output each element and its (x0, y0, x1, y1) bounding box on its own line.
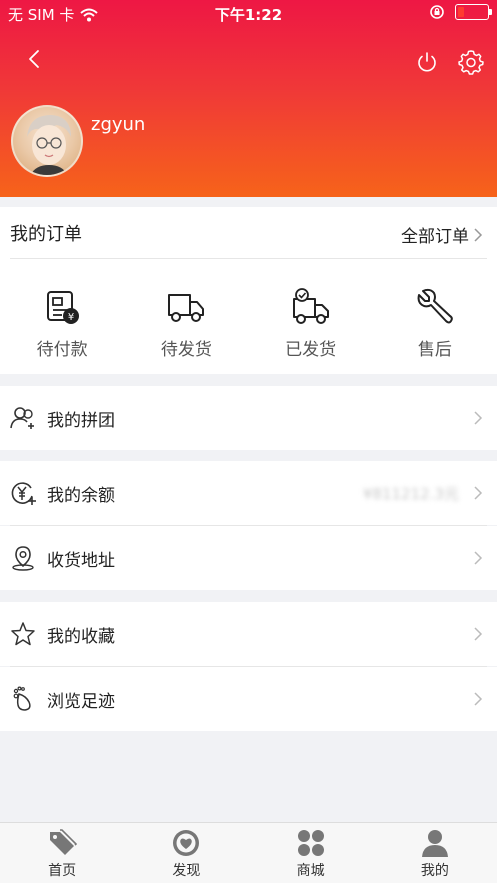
order-pending-payment[interactable]: ¥ 待付款 (0, 287, 124, 367)
tab-label: 发现 (172, 863, 201, 879)
menu-label: 我的拼团 (47, 410, 115, 431)
back-button[interactable] (20, 44, 48, 74)
menu-group-buy[interactable]: 我的拼团 (0, 386, 497, 450)
pending-payment-icon: ¥ (47, 291, 80, 324)
menu-address[interactable]: 收货地址 (0, 526, 497, 590)
menu-label: 浏览足迹 (47, 691, 115, 712)
tab-label: 首页 (48, 863, 77, 879)
rotation-lock-icon (430, 5, 444, 19)
order-shipped[interactable]: 已发货 (249, 287, 373, 367)
menu-label: 我的收藏 (47, 626, 115, 647)
order-item-label: 待付款 (36, 340, 88, 360)
order-to-ship[interactable]: 待发货 (124, 287, 248, 367)
order-item-label: 已发货 (285, 340, 337, 360)
group-users-icon (10, 407, 34, 429)
order-item-label: 待发货 (160, 340, 212, 360)
order-after-sales[interactable]: 售后 (373, 287, 497, 367)
menu-divider (10, 525, 487, 526)
tag-icon (50, 829, 78, 855)
orders-card: 我的订单 全部订单 ¥ 待付款 待发货 已发货 售后 (0, 207, 497, 374)
discover-icon (173, 830, 200, 856)
settings-gear-icon[interactable] (457, 48, 485, 76)
all-orders-link[interactable]: 全部订单 (401, 222, 483, 247)
star-icon (11, 622, 35, 646)
username: zgyun (91, 114, 146, 135)
chevron-right-icon (474, 411, 483, 425)
menu-label: 收货地址 (47, 550, 115, 571)
tab-discover[interactable]: 发现 (124, 823, 248, 883)
order-status-row: ¥ 待付款 待发货 已发货 售后 (0, 287, 497, 367)
order-item-label: 售后 (417, 340, 452, 360)
balance-amount: ¥811212.3元 (362, 484, 459, 503)
profile-header: 无 SIM 卡 下午1:22 zgyun (0, 0, 497, 197)
truck-check-icon (292, 288, 329, 324)
footprint-icon (13, 686, 31, 711)
tab-mine[interactable]: 我的 (373, 823, 497, 883)
balance-yuan-icon (11, 482, 36, 505)
chevron-right-icon (474, 486, 483, 500)
truck-icon (168, 294, 205, 322)
menu-history[interactable]: 浏览足迹 (0, 667, 497, 731)
menu-divider (10, 666, 487, 667)
avatar-illustration (27, 115, 71, 175)
menu-label: 我的余额 (47, 485, 115, 506)
person-icon (421, 830, 448, 857)
tab-home[interactable]: 首页 (0, 823, 124, 883)
tab-label: 我的 (420, 863, 449, 879)
wrench-icon (417, 288, 453, 324)
power-icon[interactable] (413, 48, 441, 76)
svg-text:¥: ¥ (68, 312, 74, 323)
orders-title: 我的订单 (10, 224, 82, 245)
battery-icon (455, 4, 492, 20)
avatar[interactable] (11, 105, 83, 177)
chevron-right-icon (474, 692, 483, 706)
bottom-tab-bar: 首页 发现 商城 我的 (0, 822, 497, 883)
menu-favorites[interactable]: 我的收藏 (0, 602, 497, 666)
location-pin-icon (12, 546, 34, 571)
orders-divider (10, 258, 487, 259)
tab-mall[interactable]: 商城 (249, 823, 373, 883)
grid-icon (297, 830, 324, 856)
chevron-left-icon (29, 50, 39, 68)
all-orders-label: 全部订单 (401, 227, 469, 247)
chevron-right-icon (474, 227, 483, 242)
chevron-right-icon (474, 627, 483, 641)
chevron-right-icon (474, 551, 483, 565)
menu-balance[interactable]: 我的余额 ¥811212.3元 (0, 461, 497, 525)
status-bar: 无 SIM 卡 下午1:22 (0, 0, 497, 28)
status-time: 下午1:22 (214, 6, 283, 24)
tab-label: 商城 (296, 863, 325, 879)
